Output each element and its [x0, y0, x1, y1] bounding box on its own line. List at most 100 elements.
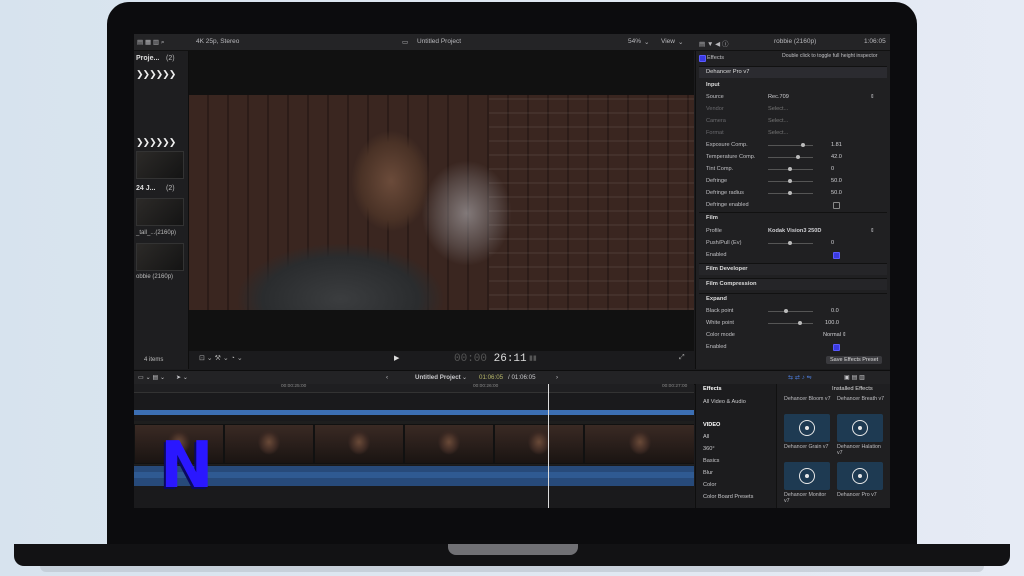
index-icon[interactable]: ▭ ⌄ ▤ ⌄: [138, 374, 165, 381]
clip-thumbnail[interactable]: [136, 198, 184, 226]
clip-thumbnail[interactable]: [136, 243, 184, 271]
folder-icon: ▭: [402, 39, 409, 46]
pushpull-slider[interactable]: [768, 241, 813, 245]
tint-slider[interactable]: [768, 167, 813, 171]
audio-waveform-peak: [134, 472, 694, 478]
play-icon[interactable]: ▶: [394, 354, 399, 362]
format-label: Format: [706, 130, 724, 136]
film-developer-section[interactable]: Film Developer: [699, 263, 887, 275]
effect-tile[interactable]: [837, 462, 883, 490]
fullscreen-icon[interactable]: ⤢: [679, 354, 685, 362]
defringe-slider[interactable]: [768, 179, 813, 183]
chevron-down-icon[interactable]: ⌄: [678, 38, 683, 46]
white-point-slider[interactable]: [768, 321, 813, 325]
effect-tile[interactable]: [784, 462, 830, 490]
clapper-icon[interactable]: ❯❯❯❯❯❯: [136, 137, 184, 147]
library-icon[interactable]: ▤ ▦ ▥ ⌕: [137, 38, 164, 47]
laptop-notch: [448, 544, 578, 555]
vendor-label: Vendor: [706, 106, 724, 112]
video-clip-track[interactable]: [134, 421, 694, 465]
updown-icon[interactable]: ⇕: [870, 228, 875, 234]
tint-label: Tint Comp.: [706, 166, 734, 172]
timeline-project-name[interactable]: Untitled Project: [415, 374, 461, 381]
film-developer-title: Film Developer: [706, 266, 748, 272]
category-item[interactable]: All Video & Audio: [703, 399, 746, 405]
defringe-radius-value[interactable]: 50.0: [831, 190, 842, 196]
black-point-slider[interactable]: [768, 309, 813, 313]
clip-filmstrip-frame[interactable]: [494, 424, 584, 464]
defringe-radius-slider[interactable]: [768, 191, 813, 195]
timeline: 00:00:25:00 00:00:26:00 00:00:27:00 N: [134, 384, 694, 508]
clip-filmstrip-frame[interactable]: [584, 424, 694, 464]
temperature-slider[interactable]: [768, 155, 813, 159]
exposure-slider[interactable]: [768, 143, 813, 147]
clip-label: obbie (2160p): [136, 274, 174, 280]
effect-tile[interactable]: [837, 414, 883, 442]
color-mode-select[interactable]: Normal: [823, 332, 841, 338]
category-item[interactable]: Blur: [703, 470, 713, 476]
clapper-icon[interactable]: ❯❯❯❯❯❯: [136, 69, 184, 79]
clip-filmstrip-frame[interactable]: [404, 424, 494, 464]
defringe-value[interactable]: 50.0: [831, 178, 842, 184]
profile-select[interactable]: Kodak Vision3 250D: [768, 228, 821, 234]
category-item[interactable]: VIDEO: [703, 422, 720, 428]
film-section[interactable]: Film: [699, 212, 887, 224]
effects-browser: Effects All Video & Audio VIDEO All 360°…: [695, 384, 890, 508]
primary-storyline[interactable]: [134, 410, 694, 415]
clip-filmstrip-frame[interactable]: [314, 424, 404, 464]
playhead[interactable]: [548, 384, 549, 508]
category-item[interactable]: 360°: [703, 446, 715, 452]
viewer-controls: ⊡ ⌄ ⚒ ⌄ ◔ ⌄ ▶ 00:00 26:11 ▮▮ ⤢: [189, 351, 694, 369]
category-item[interactable]: Color Board Presets: [703, 494, 753, 500]
exposure-label: Exposure Comp.: [706, 142, 748, 148]
input-section[interactable]: Input: [706, 82, 720, 88]
clip-filmstrip-frame[interactable]: [224, 424, 314, 464]
view-menu[interactable]: View: [661, 38, 675, 45]
video-frame: [189, 95, 694, 310]
back-icon[interactable]: ‹: [386, 374, 388, 381]
transform-icon[interactable]: ⊡ ⌄ ⚒ ⌄ ◔ ⌄: [199, 354, 243, 362]
white-point-value[interactable]: 100.0: [825, 320, 839, 326]
project-title: Untitled Project: [417, 38, 462, 45]
format-select[interactable]: Select...: [768, 130, 788, 136]
camera-select[interactable]: Select...: [768, 118, 788, 124]
camera-label: Camera: [706, 118, 726, 124]
updown-icon[interactable]: ⇕: [842, 332, 847, 338]
category-item[interactable]: Color: [703, 482, 716, 488]
film-compression-section[interactable]: Film Compression: [699, 278, 887, 290]
vendor-select[interactable]: Select...: [768, 106, 788, 112]
zoom-menu[interactable]: 54%: [628, 38, 641, 45]
pushpull-value[interactable]: 0: [831, 240, 834, 246]
plugin-header[interactable]: Dehancer Pro v7: [699, 66, 887, 78]
category-item[interactable]: Basics: [703, 458, 719, 464]
group-title[interactable]: 24 J...: [136, 185, 155, 192]
expand-section[interactable]: Expand: [699, 293, 887, 305]
film-enabled-checkbox[interactable]: [833, 252, 840, 259]
effects-label: Effects: [707, 55, 724, 61]
expand-enabled-checkbox[interactable]: [833, 344, 840, 351]
installed-effects-menu[interactable]: Installed Effects: [832, 386, 873, 392]
clip-appearance-icon[interactable]: ▣ ▤ ▥: [844, 374, 865, 381]
black-point-value[interactable]: 0.0: [831, 308, 839, 314]
clip-thumbnail[interactable]: [136, 151, 184, 179]
chevron-down-icon[interactable]: ⌄: [644, 38, 649, 46]
updown-icon[interactable]: ⇕: [870, 94, 875, 100]
source-select[interactable]: Rec.709: [768, 94, 789, 100]
category-item[interactable]: All: [703, 434, 709, 440]
effect-tile[interactable]: [784, 414, 830, 442]
tint-value[interactable]: 0: [831, 166, 834, 172]
skimming-icon[interactable]: ⇆ ⇄ ♪ ⇋: [788, 374, 812, 381]
background-wall: [489, 95, 694, 310]
browser-title[interactable]: Proje...: [136, 55, 159, 62]
temperature-value[interactable]: 42.0: [831, 154, 842, 160]
forward-icon[interactable]: ›: [556, 374, 558, 381]
chevron-down-icon[interactable]: ⌄: [462, 374, 467, 381]
app-screen: ▤ ▦ ▥ ⌕ 4K 25p, Stereo ▭ Untitled Projec…: [134, 34, 890, 508]
effects-checkbox[interactable]: [699, 55, 706, 62]
exposure-value[interactable]: 1.81: [831, 142, 842, 148]
save-effects-preset-button[interactable]: Save Effects Preset: [826, 356, 883, 364]
select-tool-icon[interactable]: ➤ ⌄: [176, 374, 188, 381]
defringe-enabled-checkbox[interactable]: [833, 202, 840, 209]
film-section-title: Film: [706, 215, 718, 221]
inspector-tabs-icon[interactable]: ▤ ▼ ◀ ⓘ: [699, 38, 729, 48]
